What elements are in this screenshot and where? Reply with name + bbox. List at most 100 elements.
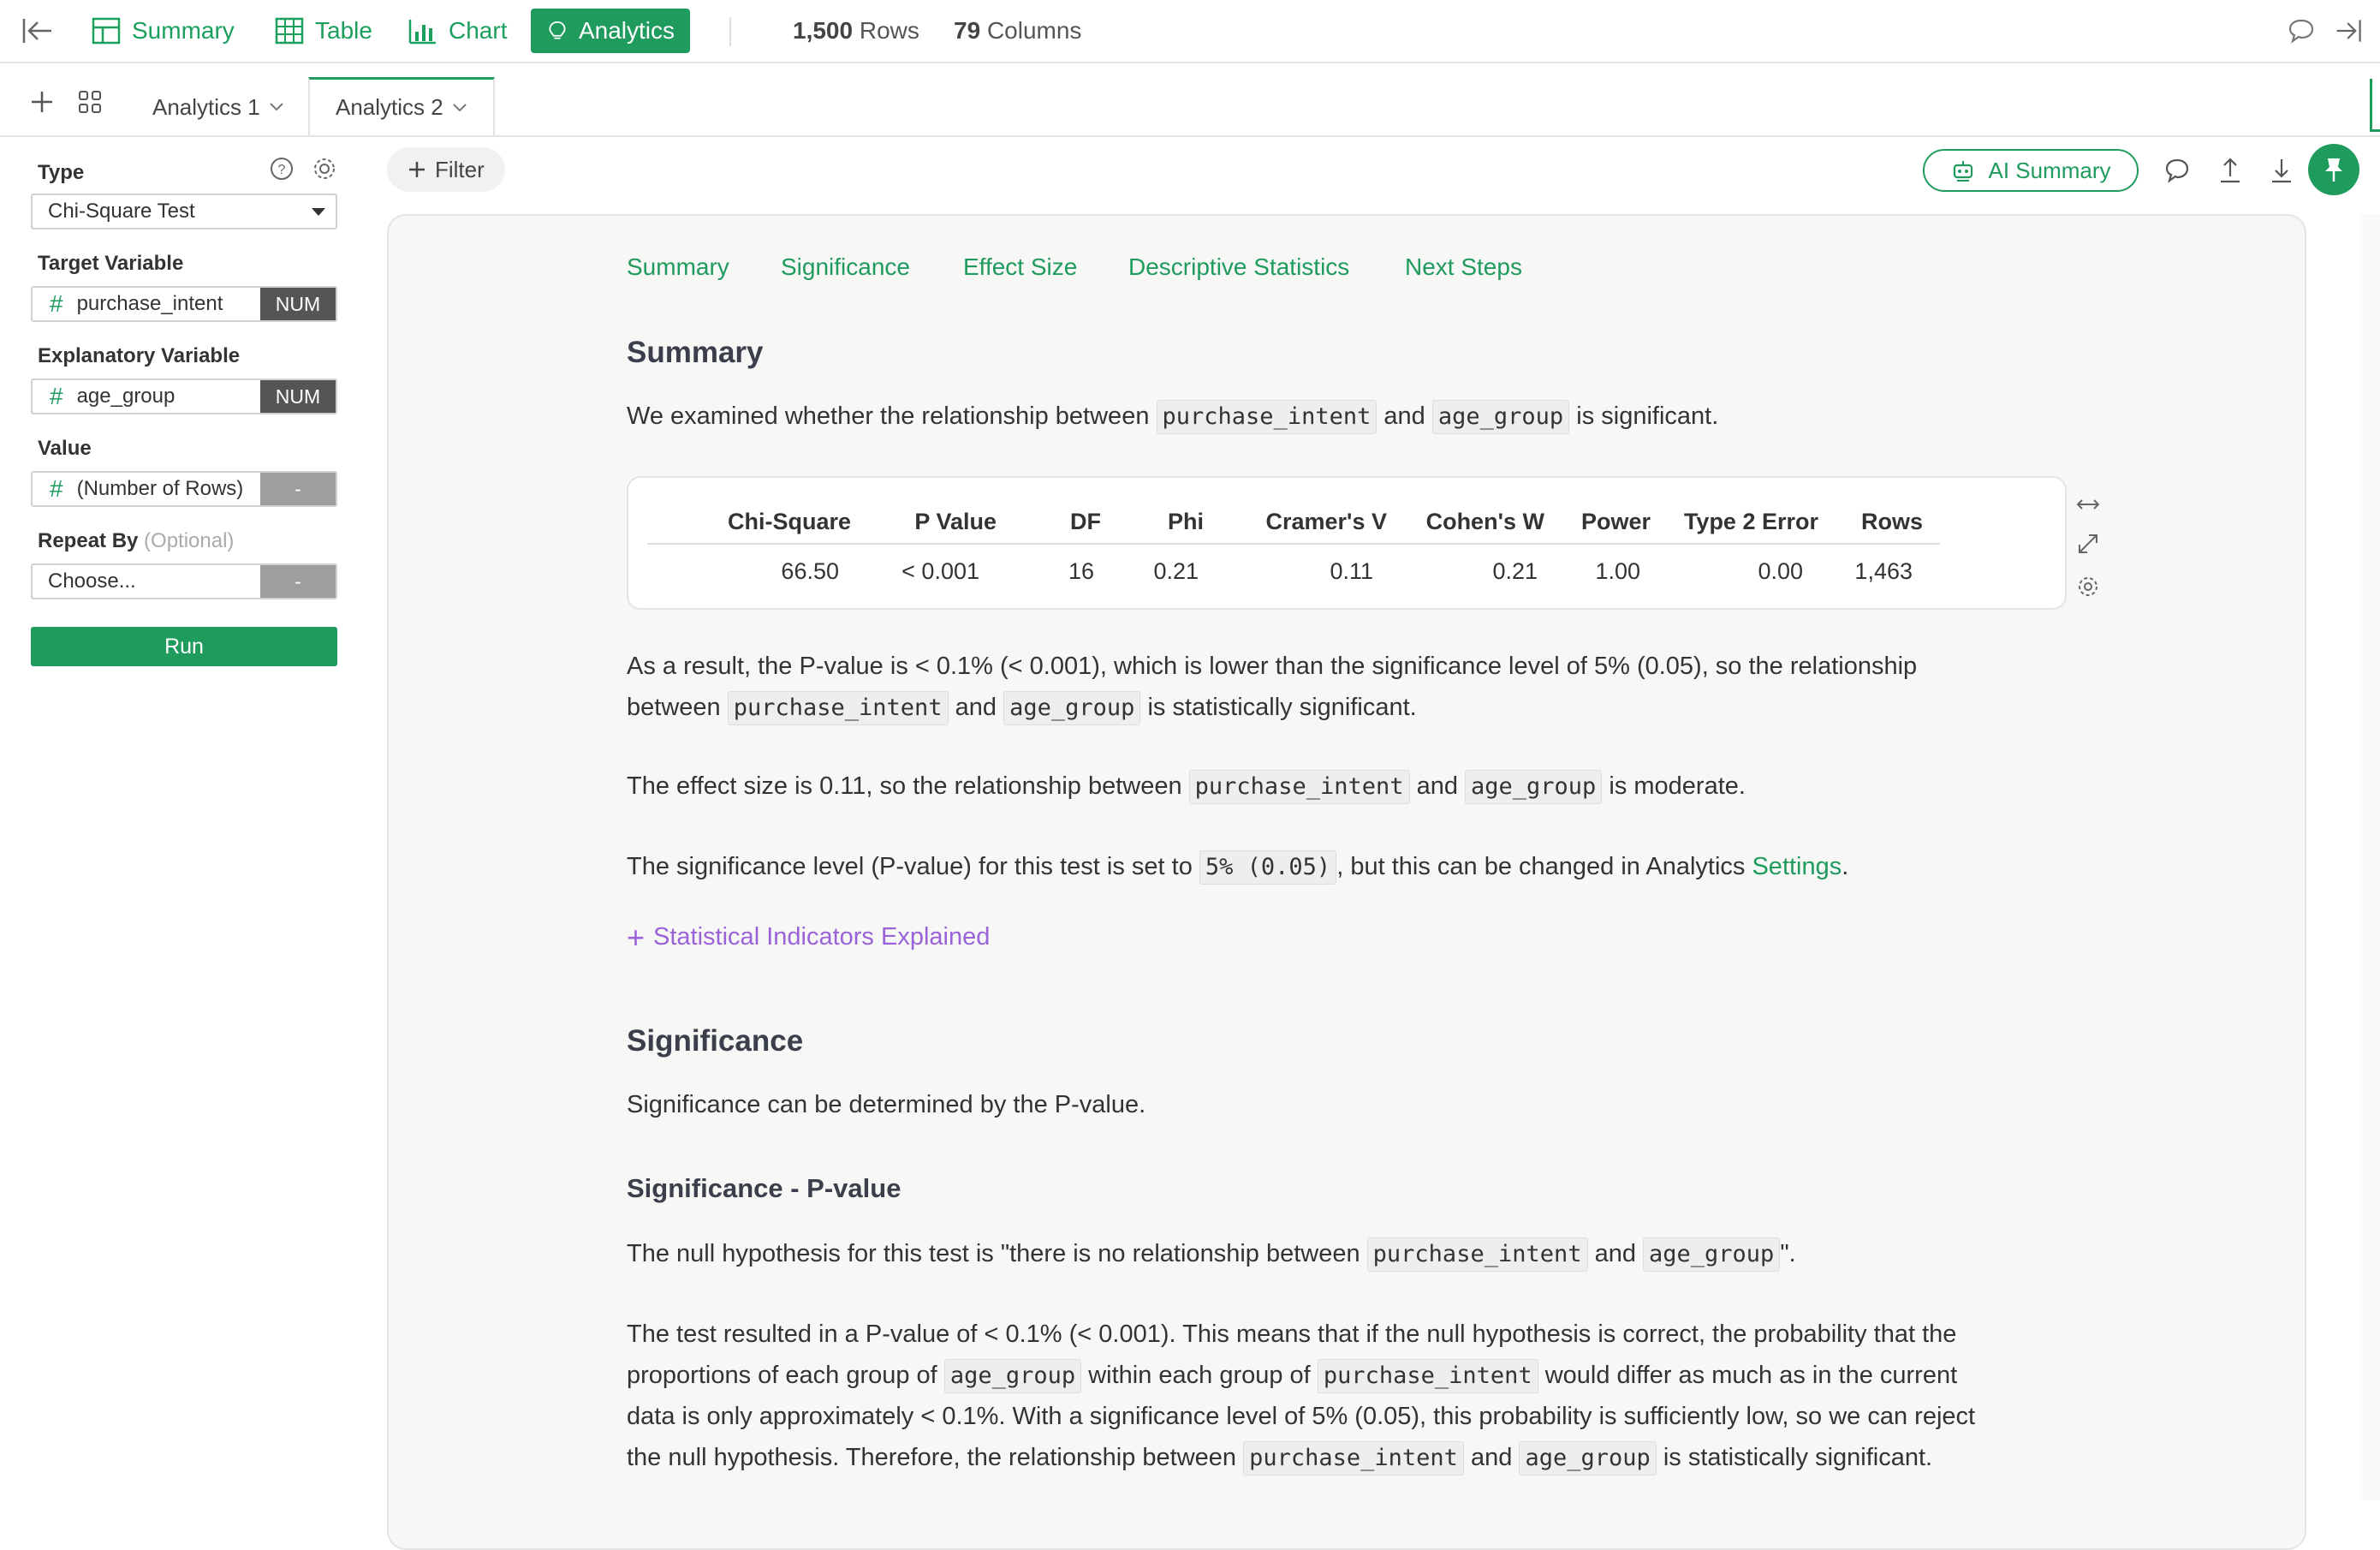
table-cell: 1.00 (1595, 558, 1640, 584)
nav-chart-label: Chart (449, 17, 508, 44)
repeat-by-field[interactable]: Choose... - (31, 563, 337, 599)
test-result-text: would differ as much as in the current (1544, 1362, 1958, 1389)
settings-link[interactable]: Settings (1752, 853, 1842, 880)
target-variable-label: Target Variable (38, 252, 184, 275)
effect-text: and (1416, 772, 1458, 800)
test-result-text: within each group of (1088, 1362, 1311, 1389)
table-cell: 0.11 (1330, 558, 1373, 584)
filter-button[interactable]: Filter (387, 147, 505, 192)
run-button[interactable]: Run (31, 627, 337, 666)
explanatory-type-tag: NUM (260, 380, 336, 413)
effect-text: The effect size is 0.11, so the relation… (627, 772, 1182, 800)
download-icon[interactable] (2267, 156, 2296, 185)
type-select[interactable]: Chi-Square Test (31, 194, 337, 230)
explanatory-variable-label: Explanatory Variable (38, 344, 241, 367)
value-label: Value (38, 437, 92, 460)
top-bar: Summary Table Chart Analytics 1,500 Rows… (0, 0, 2380, 63)
tab-list-grid-icon[interactable] (77, 89, 103, 115)
tab-analytics-2[interactable]: Analytics 2 (308, 77, 495, 137)
table-header: Power (1580, 509, 1651, 534)
statistics-table: Chi-Square P Value DF Phi Cramer's V Coh… (627, 476, 2067, 610)
comment-icon[interactable] (2163, 156, 2192, 185)
variable-code: purchase_intent (1317, 1359, 1538, 1393)
variable-code: age_group (1431, 400, 1570, 434)
numeric-hash-icon: # (50, 475, 63, 502)
nav-analytics-label: Analytics (578, 17, 675, 44)
type-select-value: Chi-Square Test (48, 200, 195, 223)
result-text: As a result, the P-value is < 0.1% (< 0.… (627, 653, 1918, 680)
section-link-effect-size[interactable]: Effect Size (963, 253, 1077, 281)
rows-count: 1,500 Rows (793, 17, 919, 45)
analytics-config-panel: Type ? Chi-Square Test Target Variable #… (0, 137, 360, 1500)
result-text: between (627, 694, 721, 721)
help-icon[interactable]: ? (269, 156, 295, 182)
table-header: Cramer's V (1265, 509, 1388, 534)
variable-code: age_group (1643, 1237, 1781, 1272)
summary-grid-icon (92, 17, 121, 45)
section-link-descriptive-statistics[interactable]: Descriptive Statistics (1128, 253, 1349, 281)
summary-result-paragraph: As a result, the P-value is < 0.1% (< 0.… (627, 646, 2048, 728)
nav-summary-label: Summary (132, 17, 235, 44)
variable-code: purchase_intent (1188, 770, 1410, 804)
lightbulb-icon (549, 21, 566, 39)
settings-gear-icon[interactable] (2075, 574, 2101, 599)
nav-summary-button[interactable]: Summary (75, 9, 250, 53)
add-tab-icon[interactable] (29, 89, 55, 115)
right-scroll-track[interactable] (2359, 214, 2380, 1500)
ai-summary-button[interactable]: AI Summary (1923, 149, 2139, 192)
nav-analytics-button[interactable]: Analytics (531, 9, 690, 53)
variable-code: age_group (943, 1359, 1082, 1393)
fullscreen-icon[interactable] (2075, 531, 2101, 557)
share-upload-icon[interactable] (2216, 156, 2245, 185)
table-header-divider (647, 543, 1940, 545)
comment-icon[interactable] (2286, 15, 2317, 46)
statistical-indicators-explained-toggle[interactable]: + Statistical Indicators Explained (627, 919, 990, 955)
effect-text: is moderate. (1609, 772, 1746, 800)
target-type-tag: NUM (260, 288, 336, 320)
variable-code: purchase_intent (727, 691, 949, 725)
value-type-tag: - (260, 473, 336, 505)
significance-heading: Significance (627, 1024, 804, 1058)
plus-icon: + (627, 919, 646, 955)
summary-heading: Summary (627, 336, 764, 369)
value-field-value: (Number of Rows) (76, 477, 244, 500)
null-hypothesis-text: ". (1780, 1240, 1796, 1267)
table-header: P Value (914, 509, 997, 534)
tab-analytics-1[interactable]: Analytics 1 (127, 77, 310, 137)
collapse-right-icon[interactable] (2334, 15, 2365, 46)
test-result-text: and (1471, 1444, 1513, 1471)
summary-intro-text: is significant. (1576, 402, 1719, 430)
null-hypothesis-text: The null hypothesis for this test is "th… (627, 1240, 1360, 1267)
target-variable-field[interactable]: # purchase_intent NUM (31, 286, 337, 322)
test-result-text: the null hypothesis. Therefore, the rela… (627, 1444, 1237, 1471)
bar-chart-icon (408, 20, 436, 45)
type-label: Type (38, 161, 85, 184)
expand-width-icon[interactable] (2075, 492, 2101, 517)
repeat-by-type-tag: - (260, 565, 336, 598)
result-text: is statistically significant. (1147, 694, 1417, 721)
chevron-down-icon (453, 103, 467, 111)
section-link-next-steps[interactable]: Next Steps (1405, 253, 1522, 281)
nav-chart-button[interactable]: Chart (392, 9, 522, 53)
columns-count: 79 Columns (954, 17, 1081, 45)
repeat-by-optional: (Optional) (144, 529, 235, 552)
section-link-summary[interactable]: Summary (627, 253, 729, 281)
sig-level-code: 5% (0.05) (1199, 850, 1337, 885)
explanatory-variable-field[interactable]: # age_group NUM (31, 379, 337, 414)
table-header: DF (1070, 509, 1101, 534)
table-cell: 66.50 (781, 558, 839, 584)
nav-table-button[interactable]: Table (259, 9, 388, 53)
variable-code: purchase_intent (1243, 1441, 1464, 1475)
section-link-significance[interactable]: Significance (781, 253, 910, 281)
table-icon (275, 17, 304, 45)
collapse-left-icon[interactable] (21, 15, 55, 46)
variable-code: age_group (1003, 691, 1141, 725)
target-variable-value: purchase_intent (76, 292, 223, 315)
test-result-text: is statistically significant. (1663, 1444, 1933, 1471)
dropdown-caret-icon (312, 208, 325, 216)
pin-button[interactable] (2308, 144, 2359, 195)
settings-gear-icon[interactable] (312, 156, 337, 182)
value-field[interactable]: # (Number of Rows) - (31, 471, 337, 507)
table-cell: 0.21 (1492, 558, 1538, 584)
repeat-by-value: Choose... (48, 569, 136, 593)
